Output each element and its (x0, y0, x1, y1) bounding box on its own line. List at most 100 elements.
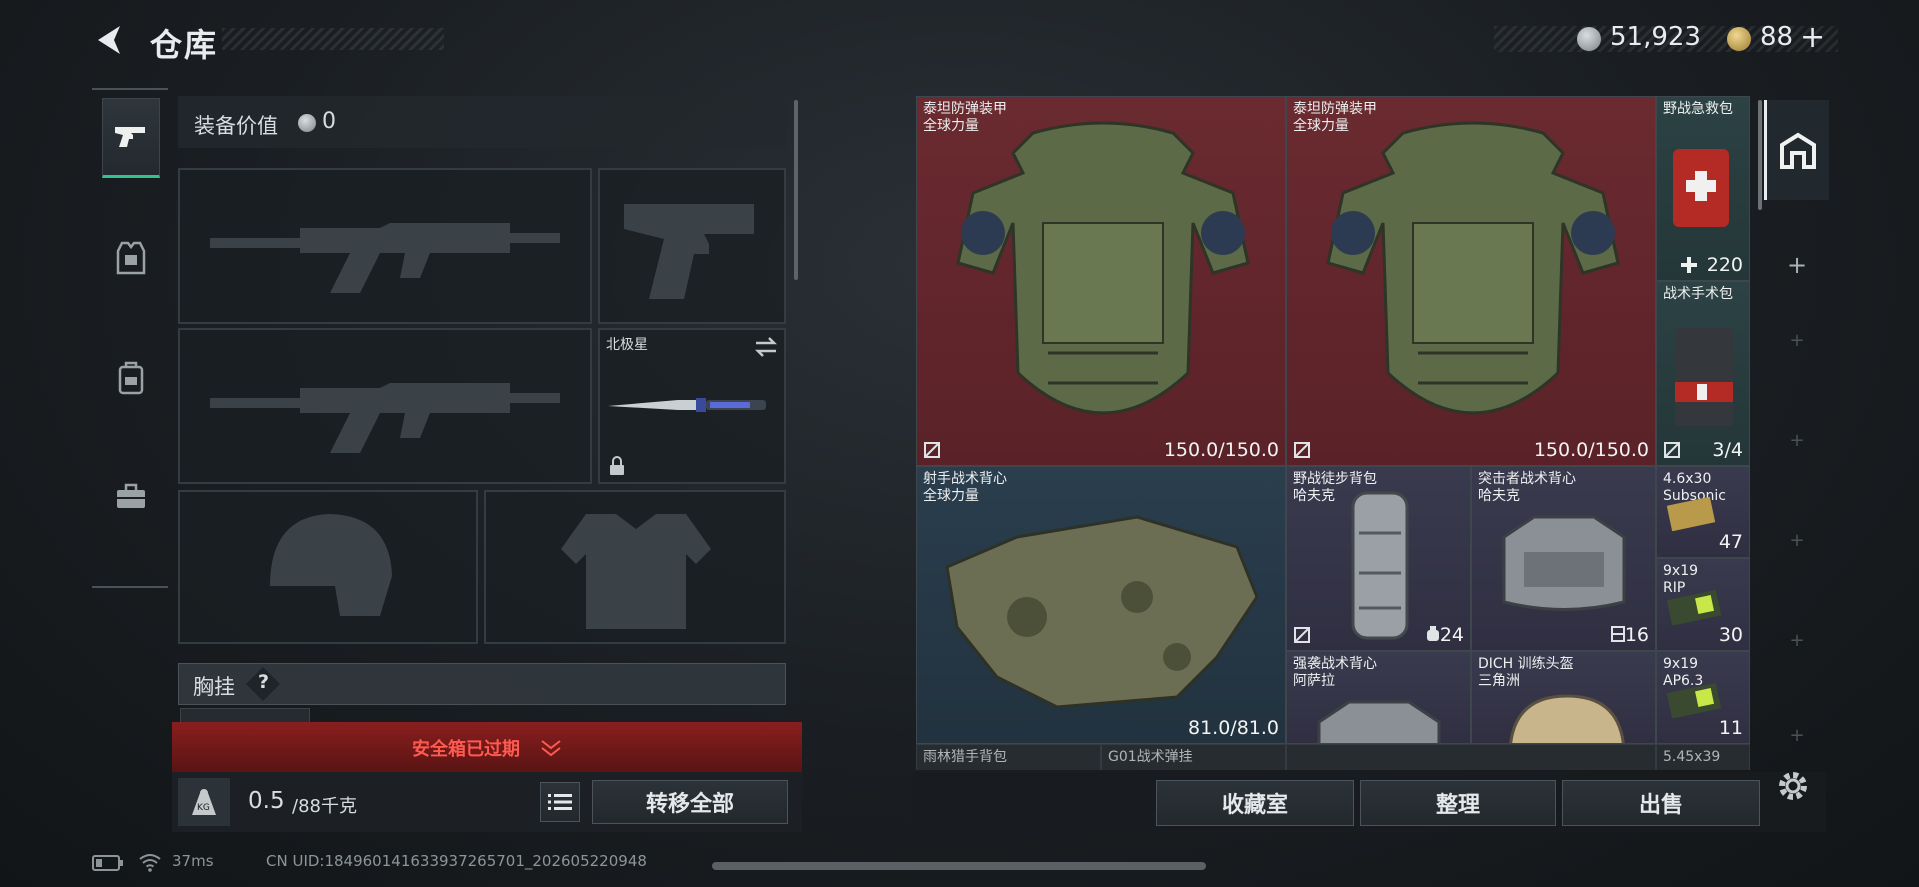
inventory-item-raid-vest[interactable]: 强袭战术背心 阿萨拉 (1286, 651, 1471, 744)
melee-name: 北极星 (606, 337, 648, 353)
item-capacity: 24 (1439, 624, 1464, 646)
chevron-down-icon (541, 740, 561, 757)
loadout-scrollbar[interactable] (794, 100, 798, 280)
title-decoration (222, 28, 444, 50)
item-durability: 150.0/150.0 (1163, 439, 1279, 461)
inventory-item-ammo-545x39[interactable]: 5.45x39 (1656, 744, 1750, 770)
equipment-value: 0 (322, 109, 336, 134)
melee-slot[interactable]: 北极星 (598, 328, 786, 484)
weight-max: /88千克 (292, 796, 357, 817)
collection-room-button[interactable]: 收藏室 (1156, 780, 1354, 826)
item-count: 30 (1718, 624, 1743, 646)
item-name: DICH 训练头盔 三角洲 (1478, 656, 1574, 689)
back-button[interactable] (92, 22, 128, 58)
gold-currency-value: 88 (1760, 22, 1794, 52)
wifi-icon (139, 854, 161, 872)
surgery-kit-image (1675, 328, 1733, 426)
chest-rig-label: 胸挂 (193, 675, 235, 699)
gold-coin-icon (1727, 27, 1751, 51)
no-insure-icon (1664, 442, 1680, 458)
secondary-weapon-slot[interactable] (178, 328, 592, 484)
inventory-item-surgery-kit[interactable]: 战术手术包 3/4 (1656, 281, 1750, 466)
item-durability: 150.0/150.0 (1533, 439, 1649, 461)
inventory-item-dich-helmet[interactable]: DICH 训练头盔 三角洲 (1471, 651, 1656, 744)
storage-tab-home[interactable] (1764, 100, 1829, 200)
locked-storage-slot: + (1789, 430, 1805, 451)
inventory-item-titan-armor[interactable]: 泰坦防弹装甲 全球力量 150.0/150.0 (916, 96, 1286, 466)
backpack-image (1351, 491, 1409, 640)
toolbox-icon (117, 483, 145, 508)
inventory-item-hiking-backpack[interactable]: 野战徒步背包 哈夫克 24 (1286, 466, 1471, 651)
inventory-empty-cell[interactable] (1286, 744, 1656, 770)
item-name: 雨林猎手背包 (923, 749, 1007, 765)
ammo-box-image (1667, 589, 1722, 625)
vest-image (1502, 515, 1626, 611)
chest-help-button[interactable]: ? (258, 671, 269, 693)
pistol-silhouette-icon (624, 204, 754, 299)
transfer-all-button[interactable]: 转移全部 (592, 780, 788, 824)
lock-icon (610, 456, 624, 475)
item-capacity: 16 (1624, 624, 1649, 646)
swap-icon[interactable] (754, 336, 778, 358)
inventory-item-ammo-9x19-ap[interactable]: 9x19 AP6.3 11 (1656, 651, 1750, 744)
primary-weapon-slot[interactable] (178, 168, 592, 324)
helmet-slot[interactable] (178, 490, 478, 644)
add-currency-button[interactable]: + (1800, 20, 1825, 55)
locked-storage-slot: + (1789, 530, 1805, 551)
safe-box-expired-text: 安全箱已过期 (412, 739, 520, 760)
item-name: 强袭战术背心 阿萨拉 (1293, 656, 1377, 689)
inventory-item-titan-armor[interactable]: 泰坦防弹装甲 全球力量 150.0/150.0 (1286, 96, 1656, 466)
storage-tabs: + + + + + + (1756, 100, 1829, 750)
ammo-box-image (1667, 682, 1722, 718)
item-durability: 81.0/81.0 (1187, 717, 1279, 739)
silver-currency-value: 51,923 (1610, 22, 1701, 52)
list-view-button[interactable] (540, 782, 580, 822)
pistol-slot[interactable] (598, 168, 786, 324)
category-backpack-tab[interactable] (102, 338, 160, 418)
item-name: 野战急救包 (1663, 101, 1733, 117)
armor-silhouette-icon (561, 514, 711, 629)
capacity-icon (1611, 626, 1625, 642)
sell-button[interactable]: 出售 (1562, 780, 1760, 826)
inventory-item-ammo-46x30[interactable]: 4.6x30 Subsonic 47 (1656, 466, 1750, 558)
knife-icon (608, 398, 766, 412)
armor-image (956, 121, 1250, 415)
home-indicator[interactable] (712, 862, 1206, 870)
inventory-item-g01-rig[interactable]: G01战术弹挂 (1101, 744, 1286, 770)
settings-gear-icon[interactable] (1775, 768, 1811, 804)
chest-rig-header: 胸挂 ? (178, 663, 786, 705)
inventory-item-first-aid-kit[interactable]: 野战急救包 220 (1656, 96, 1750, 281)
no-insure-icon (924, 442, 940, 458)
inventory-item-ammo-9x19-rip[interactable]: 9x19 RIP 30 (1656, 558, 1750, 651)
rifle-silhouette-icon (210, 223, 560, 293)
inventory-grid: 泰坦防弹装甲 全球力量 150.0/150.0 泰坦防弹装甲 全球力量 150.0/… (916, 96, 1750, 770)
locked-storage-slot: + (1789, 630, 1805, 651)
category-toolbox-tab[interactable] (102, 456, 160, 536)
ammo-box-image (1667, 496, 1716, 531)
item-name: 突击者战术背心 哈夫克 (1478, 471, 1576, 504)
vest-image (1317, 700, 1441, 743)
svg-text:KG: KG (197, 803, 210, 813)
storage-tabs-scrollbar[interactable] (1758, 100, 1762, 210)
equipment-value-label: 装备价值 (194, 114, 278, 138)
category-weapons-tab[interactable] (102, 98, 160, 178)
equipment-value-bar: 装备价值 0 (178, 96, 786, 148)
pistol-icon (115, 127, 145, 147)
item-name: 射手战术背心 全球力量 (923, 471, 1007, 504)
organize-button[interactable]: 整理 (1360, 780, 1556, 826)
item-name: 5.45x39 (1663, 749, 1721, 765)
inventory-item-rainforest-backpack[interactable]: 雨林猎手背包 (916, 744, 1101, 770)
vest-image (945, 515, 1259, 707)
item-heal-amount: 220 (1706, 254, 1743, 276)
body-armor-slot[interactable] (484, 490, 786, 644)
add-storage-tab-button[interactable]: + (1772, 235, 1822, 295)
first-aid-image (1673, 149, 1729, 227)
category-sidebar (92, 88, 168, 588)
inventory-item-marksman-vest[interactable]: 射手战术背心 全球力量 81.0/81.0 (916, 466, 1286, 744)
item-name: G01战术弹挂 (1108, 749, 1193, 765)
category-armor-tab[interactable] (102, 218, 160, 298)
page-title: 仓库 (150, 26, 219, 64)
safe-box-expired-banner[interactable]: 安全箱已过期 (172, 722, 802, 772)
capacity-icon (1427, 626, 1439, 641)
inventory-item-assault-vest[interactable]: 突击者战术背心 哈夫克 16 (1471, 466, 1656, 651)
